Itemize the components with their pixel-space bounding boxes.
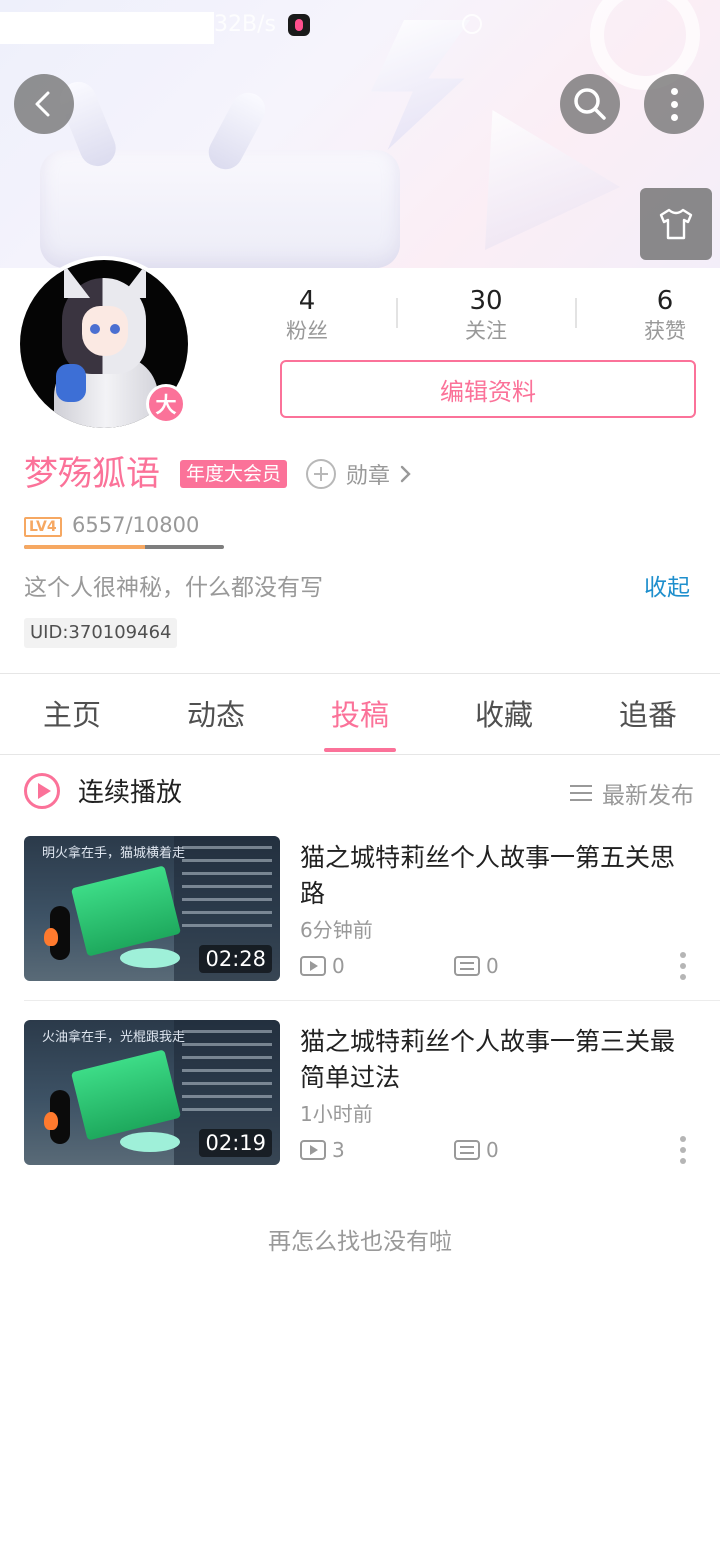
video-title[interactable]: 猫之城特莉丝个人故事一第三关最简单过法 xyxy=(300,1024,696,1096)
uid-label[interactable]: UID:370109464 xyxy=(24,618,178,648)
more-options-button[interactable] xyxy=(644,74,704,134)
tab-bangumi[interactable]: 追番 xyxy=(576,690,720,740)
video-more-button[interactable] xyxy=(680,952,686,980)
chevron-right-icon xyxy=(400,465,411,483)
play-count: 0 xyxy=(300,954,345,978)
play-count-icon xyxy=(300,1140,326,1160)
danmaku-icon xyxy=(454,1140,480,1160)
search-icon xyxy=(574,88,606,120)
danmaku-count: 0 xyxy=(454,954,499,978)
tshirt-icon xyxy=(659,208,693,240)
tab-home[interactable]: 主页 xyxy=(0,690,144,740)
level-progress-fill xyxy=(24,545,146,549)
following-label: 关注 xyxy=(465,319,507,343)
back-button[interactable] xyxy=(14,74,74,134)
fans-stat[interactable]: 4 粉丝 xyxy=(247,286,367,346)
continuous-play-button[interactable]: 连续播放 xyxy=(24,772,182,809)
video-title[interactable]: 猫之城特莉丝个人故事一第五关思路 xyxy=(300,840,696,912)
video-time: 1小时前 xyxy=(300,1102,373,1126)
danmaku-icon xyxy=(454,956,480,976)
vip-badge-icon: 大 xyxy=(146,384,186,424)
level-progress-bar xyxy=(24,545,224,549)
vip-tag[interactable]: 年度大会员 xyxy=(180,460,288,488)
stat-divider xyxy=(396,298,398,328)
bio-text: 这个人很神秘，什么都没有写 xyxy=(24,575,323,601)
thumbnail-caption: 明火拿在手，猫城横着走 xyxy=(42,846,186,861)
play-count: 3 xyxy=(300,1138,345,1162)
sort-label: 最新发布 xyxy=(602,783,694,809)
list-icon xyxy=(570,785,592,801)
banner-lightning-decoration xyxy=(371,20,470,150)
edit-profile-button[interactable]: 编辑资料 xyxy=(280,360,696,418)
tab-uploads[interactable]: 投稿 xyxy=(288,690,432,740)
fans-label: 粉丝 xyxy=(286,319,328,343)
video-time: 6分钟前 xyxy=(300,918,373,942)
medal-label: 勋章 xyxy=(346,464,391,489)
play-count-icon xyxy=(300,956,326,976)
fans-count: 4 xyxy=(298,286,316,316)
video-item[interactable]: 明火拿在手，猫城横着走 02:28 猫之城特莉丝个人故事一第五关思路 6分钟前 … xyxy=(0,836,720,986)
sort-button[interactable]: 最新发布 xyxy=(570,776,694,810)
video-thumbnail[interactable]: 明火拿在手，猫城横着走 02:28 xyxy=(24,836,280,981)
network-speed: 32B/s xyxy=(214,12,276,37)
alarm-icon xyxy=(462,14,482,34)
divider xyxy=(24,1000,720,1001)
medal-button[interactable]: 勋章 xyxy=(306,458,412,490)
status-bar-mask xyxy=(0,12,214,44)
video-thumbnail[interactable]: 火油拿在手，光棍跟我走 02:19 xyxy=(24,1020,280,1165)
danmaku-count: 0 xyxy=(454,1138,499,1162)
tab-dynamics[interactable]: 动态 xyxy=(144,690,288,740)
likes-count: 6 xyxy=(656,286,674,316)
dress-up-button[interactable] xyxy=(640,188,712,260)
level-progress-text: 6557/10800 xyxy=(72,513,200,537)
add-medal-icon xyxy=(306,459,336,489)
following-count: 30 xyxy=(469,286,503,316)
divider xyxy=(0,673,720,674)
more-vertical-icon xyxy=(670,87,678,121)
video-duration: 02:19 xyxy=(199,1129,272,1157)
notification-app-icon xyxy=(288,14,310,36)
end-of-list-text: 再怎么找也没有啦 xyxy=(268,1229,452,1255)
video-item[interactable]: 火油拿在手，光棍跟我走 02:19 猫之城特莉丝个人故事一第三关最简单过法 1小… xyxy=(0,1020,720,1170)
divider xyxy=(0,754,720,755)
play-circle-icon xyxy=(24,772,60,809)
thumbnail-caption: 火油拿在手，光棍跟我走 xyxy=(42,1030,186,1045)
tab-favorites[interactable]: 收藏 xyxy=(432,690,576,740)
stat-divider xyxy=(575,298,577,328)
following-stat[interactable]: 30 关注 xyxy=(426,286,546,346)
search-button[interactable] xyxy=(560,74,620,134)
likes-label: 获赞 xyxy=(644,319,686,343)
username: 梦殇狐语 xyxy=(24,454,160,494)
continuous-play-label: 连续播放 xyxy=(78,778,183,808)
likes-stat[interactable]: 6 获赞 xyxy=(605,286,720,346)
active-tab-indicator xyxy=(324,748,396,752)
video-more-button[interactable] xyxy=(680,1136,686,1164)
collapse-link[interactable]: 收起 xyxy=(644,570,690,606)
video-duration: 02:28 xyxy=(199,945,272,973)
chevron-left-icon xyxy=(35,91,50,117)
level-badge: LV4 xyxy=(24,517,62,537)
